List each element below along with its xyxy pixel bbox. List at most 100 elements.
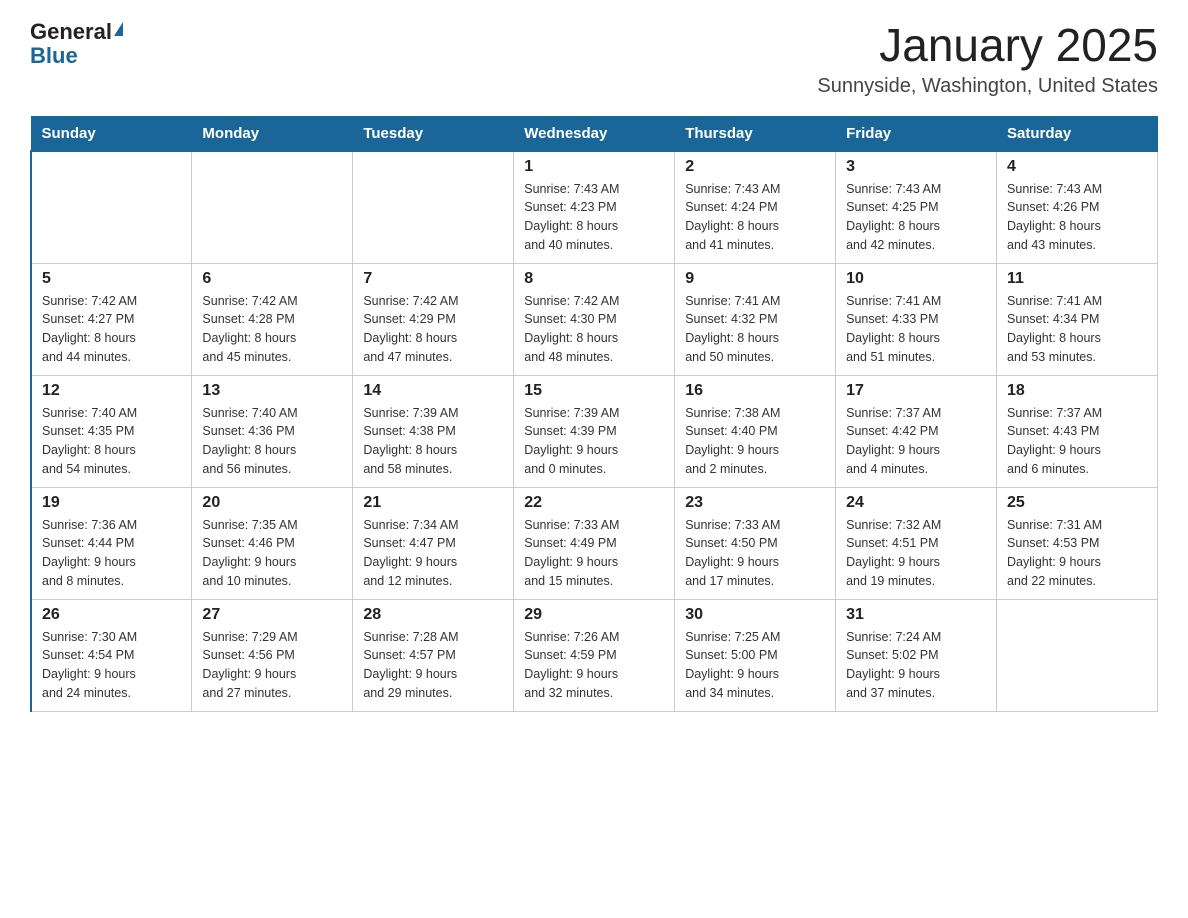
calendar-cell: 11Sunrise: 7:41 AM Sunset: 4:34 PM Dayli… — [997, 263, 1158, 375]
calendar-cell: 8 Sunrise: 7:42 AM Sunset: 4:30 PM Daylig… — [514, 263, 675, 375]
day-number: 26 — [42, 606, 181, 624]
day-info: Sunrise: 7:24 AM Sunset: 5:02 PM Dayligh… — [846, 628, 986, 703]
day-info: Sunrise: 7:33 AM Sunset: 4:50 PM Dayligh… — [685, 516, 825, 591]
day-of-week-sunday: Sunday — [31, 116, 192, 151]
day-info: Sunrise: 7:43 AM Sunset: 4:25 PM Dayligh… — [846, 180, 986, 255]
day-info: Sunrise: 7:28 AM Sunset: 4:57 PM Dayligh… — [363, 628, 503, 703]
day-info: Sunrise: 7:43 AM Sunset: 4:23 PM Dayligh… — [524, 180, 664, 255]
week-row-1: 1 Sunrise: 7:43 AM Sunset: 4:23 PM Daylig… — [31, 151, 1158, 264]
day-info: Sunrise: 7:42 AM Sunset: 4:30 PM Dayligh… — [524, 292, 664, 367]
page-header: General Blue January 2025 Sunnyside, Was… — [30, 20, 1158, 98]
day-number: 3 — [846, 158, 986, 176]
day-of-week-thursday: Thursday — [675, 116, 836, 151]
day-info: Sunrise: 7:34 AM Sunset: 4:47 PM Dayligh… — [363, 516, 503, 591]
day-info: Sunrise: 7:38 AM Sunset: 4:40 PM Dayligh… — [685, 404, 825, 479]
day-number: 14 — [363, 382, 503, 400]
calendar-cell: 14 Sunrise: 7:39 AM Sunset: 4:38 PM Dayli… — [353, 375, 514, 487]
calendar-cell: 7 Sunrise: 7:42 AM Sunset: 4:29 PM Daylig… — [353, 263, 514, 375]
day-number: 17 — [846, 382, 986, 400]
day-info: Sunrise: 7:39 AM Sunset: 4:38 PM Dayligh… — [363, 404, 503, 479]
logo-blue-text: Blue — [30, 44, 78, 68]
day-info: Sunrise: 7:42 AM Sunset: 4:28 PM Dayligh… — [202, 292, 342, 367]
calendar-cell: 26 Sunrise: 7:30 AM Sunset: 4:54 PM Dayli… — [31, 599, 192, 711]
day-info: Sunrise: 7:43 AM Sunset: 4:26 PM Dayligh… — [1007, 180, 1147, 255]
logo-general-text: General — [30, 20, 112, 44]
day-number: 7 — [363, 270, 503, 288]
day-number: 1 — [524, 158, 664, 176]
day-number: 16 — [685, 382, 825, 400]
day-number: 12 — [42, 382, 181, 400]
calendar-header: SundayMondayTuesdayWednesdayThursdayFrid… — [31, 116, 1158, 151]
calendar-cell: 29 Sunrise: 7:26 AM Sunset: 4:59 PM Dayli… — [514, 599, 675, 711]
day-number: 8 — [524, 270, 664, 288]
logo-triangle-icon — [114, 22, 123, 36]
day-of-week-wednesday: Wednesday — [514, 116, 675, 151]
calendar-title: January 2025 — [817, 20, 1158, 71]
day-info: Sunrise: 7:41 AM Sunset: 4:32 PM Dayligh… — [685, 292, 825, 367]
day-number: 18 — [1007, 382, 1147, 400]
week-row-2: 5 Sunrise: 7:42 AM Sunset: 4:27 PM Daylig… — [31, 263, 1158, 375]
day-number: 19 — [42, 494, 181, 512]
day-info: Sunrise: 7:43 AM Sunset: 4:24 PM Dayligh… — [685, 180, 825, 255]
calendar-cell: 31 Sunrise: 7:24 AM Sunset: 5:02 PM Dayli… — [836, 599, 997, 711]
calendar-table: SundayMondayTuesdayWednesdayThursdayFrid… — [30, 116, 1158, 712]
calendar-cell: 6 Sunrise: 7:42 AM Sunset: 4:28 PM Daylig… — [192, 263, 353, 375]
calendar-cell: 22Sunrise: 7:33 AM Sunset: 4:49 PM Dayli… — [514, 487, 675, 599]
calendar-cell: 9 Sunrise: 7:41 AM Sunset: 4:32 PM Daylig… — [675, 263, 836, 375]
calendar-cell: 16 Sunrise: 7:38 AM Sunset: 4:40 PM Dayli… — [675, 375, 836, 487]
day-number: 15 — [524, 382, 664, 400]
day-info: Sunrise: 7:41 AM Sunset: 4:34 PM Dayligh… — [1007, 292, 1147, 367]
day-info: Sunrise: 7:29 AM Sunset: 4:56 PM Dayligh… — [202, 628, 342, 703]
day-info: Sunrise: 7:40 AM Sunset: 4:36 PM Dayligh… — [202, 404, 342, 479]
calendar-cell — [192, 151, 353, 264]
day-info: Sunrise: 7:31 AM Sunset: 4:53 PM Dayligh… — [1007, 516, 1147, 591]
day-info: Sunrise: 7:30 AM Sunset: 4:54 PM Dayligh… — [42, 628, 181, 703]
day-info: Sunrise: 7:26 AM Sunset: 4:59 PM Dayligh… — [524, 628, 664, 703]
calendar-cell: 4Sunrise: 7:43 AM Sunset: 4:26 PM Daylig… — [997, 151, 1158, 264]
day-number: 21 — [363, 494, 503, 512]
calendar-cell: 15Sunrise: 7:39 AM Sunset: 4:39 PM Dayli… — [514, 375, 675, 487]
calendar-cell: 17Sunrise: 7:37 AM Sunset: 4:42 PM Dayli… — [836, 375, 997, 487]
day-number: 28 — [363, 606, 503, 624]
day-of-week-monday: Monday — [192, 116, 353, 151]
day-info: Sunrise: 7:42 AM Sunset: 4:29 PM Dayligh… — [363, 292, 503, 367]
calendar-cell — [353, 151, 514, 264]
day-info: Sunrise: 7:32 AM Sunset: 4:51 PM Dayligh… — [846, 516, 986, 591]
day-info: Sunrise: 7:35 AM Sunset: 4:46 PM Dayligh… — [202, 516, 342, 591]
calendar-cell: 18Sunrise: 7:37 AM Sunset: 4:43 PM Dayli… — [997, 375, 1158, 487]
day-number: 6 — [202, 270, 342, 288]
calendar-cell: 10Sunrise: 7:41 AM Sunset: 4:33 PM Dayli… — [836, 263, 997, 375]
calendar-cell: 27 Sunrise: 7:29 AM Sunset: 4:56 PM Dayli… — [192, 599, 353, 711]
day-number: 23 — [685, 494, 825, 512]
day-number: 31 — [846, 606, 986, 624]
calendar-cell: 24 Sunrise: 7:32 AM Sunset: 4:51 PM Dayli… — [836, 487, 997, 599]
week-row-3: 12 Sunrise: 7:40 AM Sunset: 4:35 PM Dayli… — [31, 375, 1158, 487]
day-number: 30 — [685, 606, 825, 624]
calendar-cell — [31, 151, 192, 264]
day-number: 9 — [685, 270, 825, 288]
day-number: 2 — [685, 158, 825, 176]
day-number: 5 — [42, 270, 181, 288]
day-info: Sunrise: 7:42 AM Sunset: 4:27 PM Dayligh… — [42, 292, 181, 367]
calendar-cell: 2 Sunrise: 7:43 AM Sunset: 4:24 PM Daylig… — [675, 151, 836, 264]
calendar-body: 1 Sunrise: 7:43 AM Sunset: 4:23 PM Daylig… — [31, 151, 1158, 712]
day-number: 27 — [202, 606, 342, 624]
day-number: 29 — [524, 606, 664, 624]
calendar-cell: 28 Sunrise: 7:28 AM Sunset: 4:57 PM Dayli… — [353, 599, 514, 711]
day-of-week-tuesday: Tuesday — [353, 116, 514, 151]
day-info: Sunrise: 7:36 AM Sunset: 4:44 PM Dayligh… — [42, 516, 181, 591]
calendar-subtitle: Sunnyside, Washington, United States — [817, 75, 1158, 98]
calendar-cell: 19 Sunrise: 7:36 AM Sunset: 4:44 PM Dayli… — [31, 487, 192, 599]
days-of-week-row: SundayMondayTuesdayWednesdayThursdayFrid… — [31, 116, 1158, 151]
day-info: Sunrise: 7:40 AM Sunset: 4:35 PM Dayligh… — [42, 404, 181, 479]
day-number: 10 — [846, 270, 986, 288]
day-info: Sunrise: 7:33 AM Sunset: 4:49 PM Dayligh… — [524, 516, 664, 591]
logo: General Blue — [30, 20, 123, 68]
week-row-4: 19 Sunrise: 7:36 AM Sunset: 4:44 PM Dayli… — [31, 487, 1158, 599]
day-info: Sunrise: 7:25 AM Sunset: 5:00 PM Dayligh… — [685, 628, 825, 703]
calendar-cell: 13Sunrise: 7:40 AM Sunset: 4:36 PM Dayli… — [192, 375, 353, 487]
calendar-cell: 1 Sunrise: 7:43 AM Sunset: 4:23 PM Daylig… — [514, 151, 675, 264]
calendar-cell: 21 Sunrise: 7:34 AM Sunset: 4:47 PM Dayli… — [353, 487, 514, 599]
day-number: 24 — [846, 494, 986, 512]
calendar-cell: 20Sunrise: 7:35 AM Sunset: 4:46 PM Dayli… — [192, 487, 353, 599]
